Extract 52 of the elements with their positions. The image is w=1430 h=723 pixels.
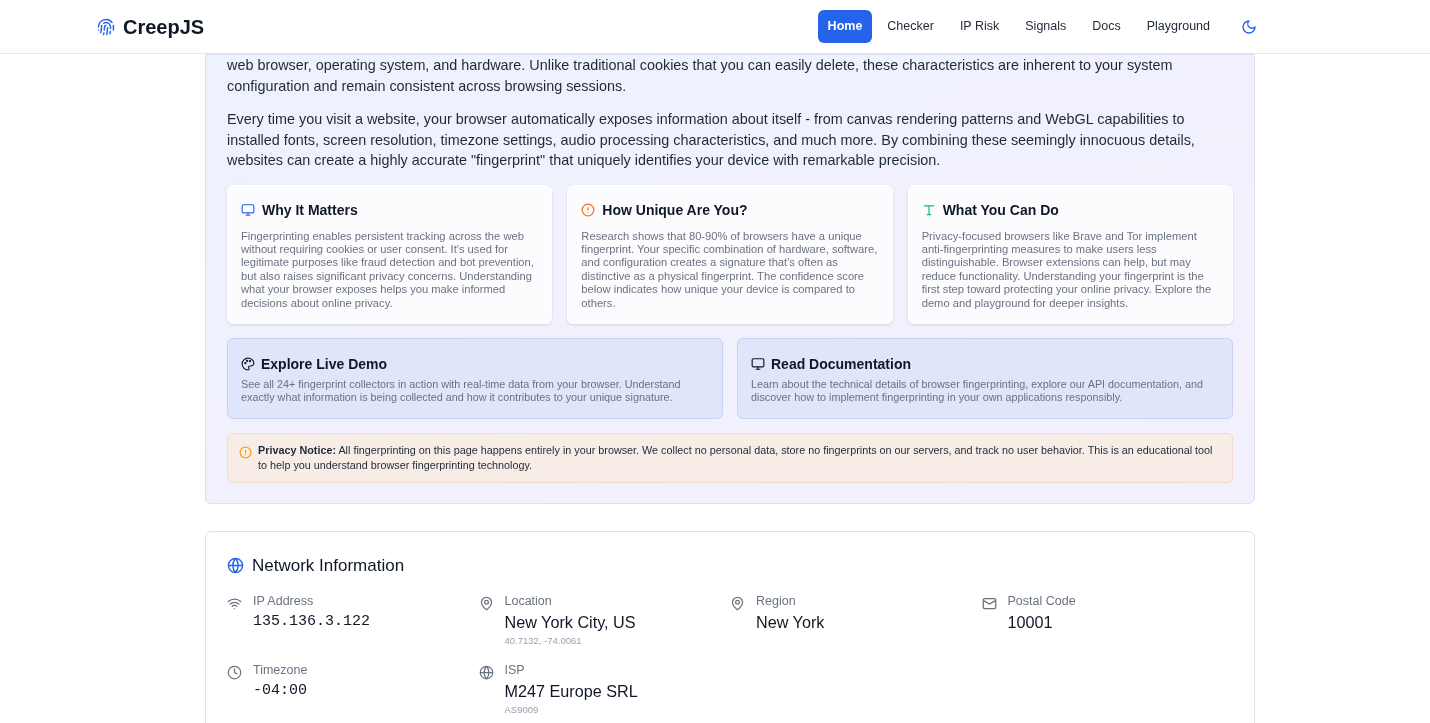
nav-tab[interactable]: Playground (1135, 10, 1221, 43)
location-pin-icon (730, 596, 745, 612)
nav-tab[interactable]: IP Risk (948, 10, 1011, 43)
nav-tab[interactable]: Checker (876, 10, 945, 43)
card-title: Read Documentation (771, 354, 911, 374)
card-title: How Unique Are You? (602, 200, 748, 220)
link-card[interactable]: Read Documentation Learn about the technical details of browser fingerprinting, explore our API documentation, and discover how to implement fingerprinting in your own applications responsibly. (737, 337, 1233, 419)
link-card[interactable] (227, 337, 723, 419)
monitor-icon (751, 357, 765, 372)
type-icon (921, 203, 936, 217)
field-label: Region (756, 594, 797, 609)
field-value: 10001 (1007, 612, 1054, 633)
monitor-icon (241, 203, 255, 217)
card-title: Why It Matters (262, 200, 358, 220)
card-title: Explore Live Demo (261, 354, 388, 374)
intro-paragraph: Every time you visit a website, your browser automatically exposes information about itself - from canvas rendering patterns and WebGL capabilities to installed fonts, screen resolution, timezone settings, audio processing characteristics, and much more. By combining these seemingly innocuous details, websites can create a highly accurate "fingerprint" that uniquely identifies your device with remarkable precision. (227, 110, 1196, 170)
card-text: Fingerprinting enables persistent tracking across the web without requiring cookies or user consent. It's used for legitimate purposes like fraud detection and bot prevention, but also raises significant privacy concerns. Understanding what your browser exposes helps you make informed decisions about online privacy. (241, 229, 535, 310)
globe-icon (478, 664, 494, 680)
card-text: Learn about the technical details of browser fingerprinting, explore our API documentation, and discover how to implement fingerprinting in your own applications responsibly. (751, 377, 1204, 405)
moon-icon[interactable] (1241, 18, 1257, 35)
card-title: What You Can Do (942, 200, 1059, 220)
fingerprint-icon (97, 17, 115, 36)
field-label: Location (504, 594, 553, 609)
alert-icon (581, 203, 596, 217)
field-value: 135.136.3.122 (253, 612, 371, 633)
field-subtext: AS9009 (504, 702, 540, 717)
card-text: Privacy-focused browsers like Brave and Tor implement anti-fingerprinting measures to make users less distinguishable. Browser extensions can help, but may reduce functionality. Understanding your fingerprint is the first step toward protecting your online privacy. Explore the demo and playground for deeper insights. (921, 229, 1213, 310)
palette-icon (241, 357, 255, 372)
privacy-notice: Privacy Notice: All fingerprinting on this page happens entirely in your browser. We collect no personal data, store no fingerprints on our servers, and track no user behavior. This is an educational tool to help you understand browser fingerprinting technology. (258, 442, 1214, 473)
wifi-icon (227, 596, 242, 612)
logo-text[interactable]: CreepJS (123, 11, 205, 42)
globe-icon (227, 557, 244, 574)
intro-paragraph: web browser, operating system, and hardware. Unlike traditional cookies that you can easily delete, these characteristics are inherent to your system configuration and remain consistent across browsing sessions. (227, 56, 1174, 96)
mail-icon (981, 596, 997, 612)
location-pin-icon (478, 596, 494, 612)
info-icon (239, 445, 252, 459)
field-label: Timezone (253, 662, 308, 677)
field-value: M247 Europe SRL (504, 680, 638, 701)
card-text: See all 24+ fingerprint collectors in action with real-time data from your browser. Understand exactly what information is being collected and how it contributes to your unique signature. (241, 377, 682, 405)
field-subtext: 40.7132, -74.0061 (504, 634, 583, 649)
field-label: IP Address (253, 594, 315, 609)
field-label: ISP (504, 662, 526, 677)
section-title: Network Information (252, 554, 405, 577)
field-value: New York (756, 612, 825, 633)
nav-tab[interactable]: Signals (1014, 10, 1078, 43)
clock-icon (227, 664, 242, 680)
card-text: Research shows that 80-90% of browsers have a unique fingerprint. Your specific combination of hardware, software, and configuration creates a signature that's often as distinctive as a physical fingerprint. The confidence score below indicates how unique your device is compared to others. (581, 229, 879, 310)
nav-tab[interactable]: Docs (1081, 10, 1132, 43)
field-value: New York City, US (504, 612, 636, 633)
field-label: Postal Code (1007, 594, 1076, 609)
nav-tab[interactable]: Home (817, 10, 873, 43)
field-value: -04:00 (253, 680, 308, 701)
